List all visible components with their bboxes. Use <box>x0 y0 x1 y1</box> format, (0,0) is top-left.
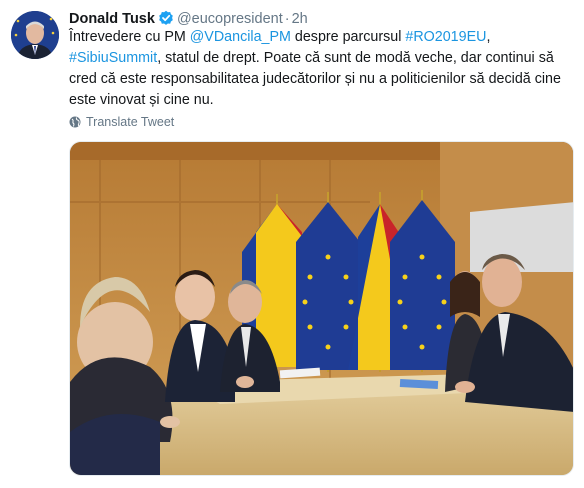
author-avatar[interactable] <box>11 11 59 59</box>
tweet-text: Întrevedere cu PM @VDancila_PM despre pa… <box>69 27 569 111</box>
translate-tweet-link[interactable]: Translate Tweet <box>69 115 174 129</box>
text-segment: despre parcursul <box>290 29 406 45</box>
tweet-photo[interactable] <box>69 141 574 476</box>
mention-link[interactable]: @VDancila_PM <box>190 29 291 45</box>
tweet-timestamp[interactable]: 2h <box>292 11 308 27</box>
tweet-card[interactable]: Donald Tusk @eucopresident · 2h Întrevedere… <box>0 0 584 488</box>
photo-meeting <box>70 142 573 475</box>
separator-dot: · <box>284 11 290 27</box>
text-segment: , <box>486 29 491 45</box>
text-segment: Întrevedere cu PM <box>69 29 190 45</box>
globe-icon <box>69 116 81 128</box>
author-handle[interactable]: @eucopresident <box>177 11 283 27</box>
hashtag-link-ro2019eu[interactable]: #RO2019EU <box>405 29 486 45</box>
translate-label: Translate Tweet <box>86 115 175 129</box>
hashtag-link-sibiusummit[interactable]: #SibiuSummit <box>69 50 157 66</box>
avatar-photo <box>11 11 59 59</box>
author-name[interactable]: Donald Tusk <box>69 11 155 27</box>
